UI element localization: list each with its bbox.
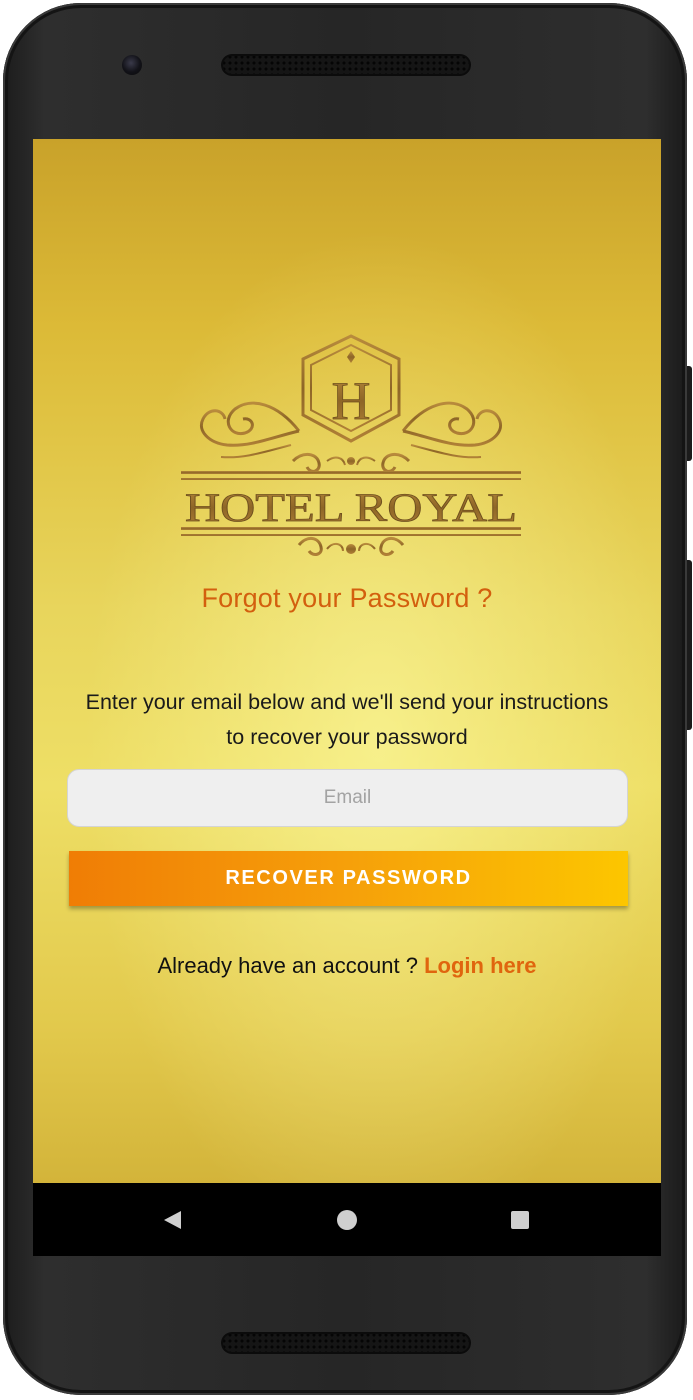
logo-initial: H (332, 371, 371, 431)
bottom-speaker (221, 1332, 471, 1354)
recover-password-button[interactable]: RECOVER PASSWORD (69, 851, 628, 906)
power-button (687, 366, 692, 461)
recents-square-icon[interactable] (511, 1211, 529, 1229)
forgot-password-screen: H HOTEL ROYAL Forgot your Password ? Ent… (33, 139, 661, 1183)
phone-frame: H HOTEL ROYAL Forgot your Password ? Ent… (3, 3, 687, 1395)
front-camera (122, 55, 142, 75)
instructions-line-1: Enter your email below and we'll send yo… (85, 690, 609, 714)
email-field[interactable] (67, 769, 628, 827)
instructions-text: Enter your email below and we'll send yo… (55, 685, 639, 755)
instructions-line-2: to recover your password (226, 725, 468, 749)
back-triangle-icon[interactable] (164, 1211, 181, 1229)
page-title: Forgot your Password ? (201, 583, 493, 613)
top-speaker (221, 54, 471, 76)
screen: H HOTEL ROYAL Forgot your Password ? Ent… (33, 139, 661, 1256)
hotel-royal-logo: H HOTEL ROYAL (181, 334, 521, 556)
home-circle-icon[interactable] (337, 1210, 357, 1230)
account-prompt-text: Already have an account ? (157, 953, 418, 978)
login-link[interactable]: Login here (424, 953, 536, 978)
volume-button (687, 560, 692, 730)
login-prompt: Already have an account ? Login here (33, 953, 661, 979)
android-nav-bar (33, 1183, 661, 1256)
logo-brand-text: HOTEL ROYAL (185, 485, 517, 530)
